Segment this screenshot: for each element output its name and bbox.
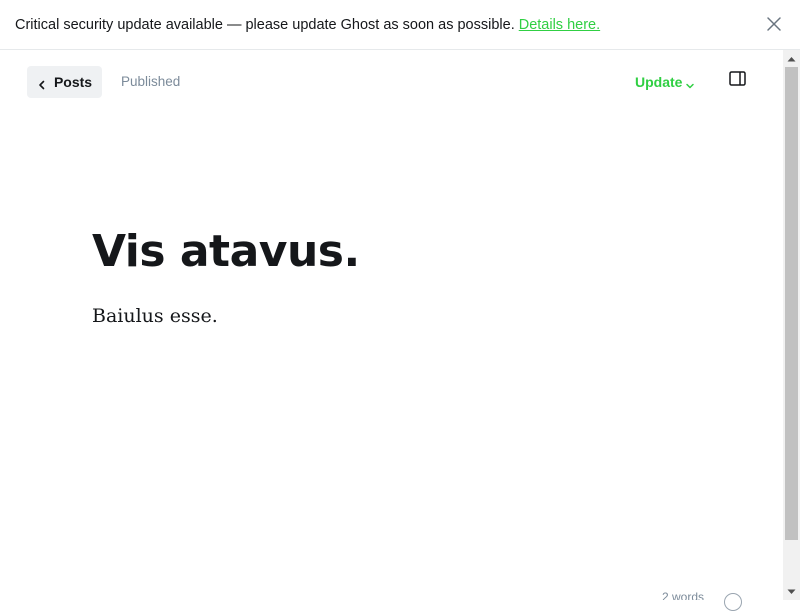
post-status: Published (121, 74, 181, 89)
word-count: 2 words (662, 590, 705, 600)
update-button-label: Update (635, 74, 683, 90)
help-icon[interactable] (724, 593, 742, 611)
scroll-up-arrow-icon[interactable] (783, 50, 800, 67)
close-icon[interactable] (766, 16, 782, 32)
chevron-left-icon (37, 77, 47, 90)
post-title[interactable]: Vis atavus. (92, 226, 360, 277)
security-update-banner: Critical security update available — ple… (0, 0, 800, 50)
scroll-down-arrow-icon[interactable] (783, 583, 800, 600)
scrollbar-thumb[interactable] (785, 67, 798, 540)
post-editor: Posts Published Update Vis atavus. Baiul… (0, 50, 783, 611)
banner-details-link[interactable]: Details here. (519, 17, 600, 33)
banner-message: Critical security update available — ple… (15, 16, 515, 33)
update-button[interactable]: Update (635, 74, 695, 90)
vertical-scrollbar[interactable] (783, 50, 800, 600)
back-button-label: Posts (53, 74, 93, 90)
post-body[interactable]: Baiulus esse. (92, 305, 218, 327)
back-to-posts-button[interactable]: Posts (27, 66, 102, 98)
sidebar-toggle-icon[interactable] (729, 71, 746, 87)
chevron-down-icon (685, 78, 695, 89)
